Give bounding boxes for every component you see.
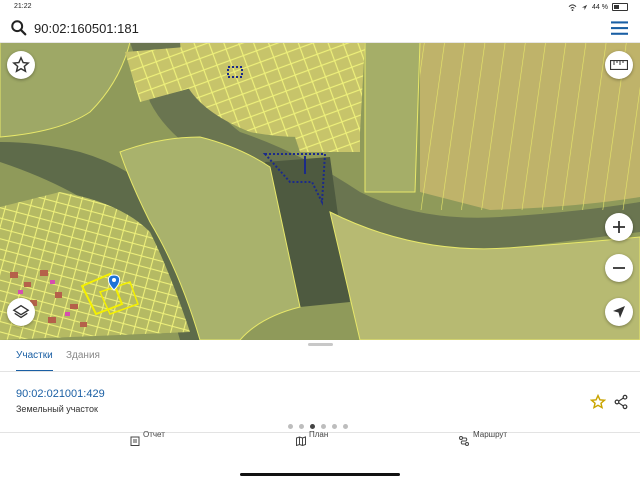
share-icon[interactable] — [613, 394, 629, 410]
location-status-icon — [581, 4, 588, 10]
ruler-button[interactable] — [605, 51, 633, 79]
status-time: 21:22 — [14, 3, 32, 10]
ruler-icon[interactable] — [610, 60, 628, 70]
tab-buildings[interactable]: Здания — [66, 350, 100, 370]
pager-dot[interactable] — [332, 424, 337, 429]
nav-route-label: Маршрут — [473, 430, 508, 439]
pager-dot[interactable] — [288, 424, 293, 429]
layers-icon[interactable] — [12, 303, 30, 321]
parcel-type-label: Земельный участок — [16, 404, 98, 414]
wifi-icon — [568, 3, 577, 11]
layers-button[interactable] — [7, 298, 35, 326]
parcel-number-link[interactable]: 90:02:021001:429 — [16, 388, 105, 400]
report-icon — [130, 436, 140, 446]
map-canvas[interactable] — [0, 42, 640, 340]
satellite-map[interactable] — [0, 42, 640, 340]
zoom-in-icon[interactable] — [611, 219, 627, 235]
pager-dot[interactable] — [321, 424, 326, 429]
zoom-out-button[interactable] — [605, 254, 633, 282]
nav-route[interactable]: Маршрут — [459, 430, 529, 448]
zoom-out-icon[interactable] — [611, 260, 627, 276]
nav-plan[interactable]: План — [296, 430, 356, 448]
tab-parcels[interactable]: Участки — [16, 350, 53, 372]
tab-divider — [0, 371, 640, 372]
star-icon[interactable] — [12, 56, 30, 74]
pager-dot[interactable] — [343, 424, 348, 429]
home-indicator — [240, 473, 400, 476]
nav-report[interactable]: Отчет — [128, 430, 188, 448]
favorite-star-icon[interactable] — [590, 394, 606, 410]
nav-plan-label: План — [309, 430, 329, 439]
location-arrow-icon[interactable] — [612, 305, 626, 319]
battery-icon — [612, 3, 628, 11]
drag-handle[interactable] — [308, 343, 333, 346]
zoom-in-button[interactable] — [605, 213, 633, 241]
menu-icon[interactable] — [611, 21, 628, 35]
nav-report-label: Отчет — [143, 430, 165, 439]
my-location-button[interactable] — [605, 298, 633, 326]
pager-dot-active[interactable] — [310, 424, 315, 429]
route-icon — [459, 436, 469, 446]
pager-dots — [288, 424, 348, 429]
search-bar[interactable]: 90:02:160501:181 — [0, 14, 640, 43]
search-input[interactable]: 90:02:160501:181 — [34, 21, 139, 36]
favorite-button[interactable] — [7, 51, 35, 79]
map-plan-icon — [296, 436, 306, 446]
search-icon[interactable] — [10, 19, 28, 37]
battery-percent: 44 % — [592, 3, 608, 11]
status-bar: 21:22 44 % — [0, 0, 640, 14]
pager-dot[interactable] — [299, 424, 304, 429]
parcel-info-panel: Участки Здания 90:02:021001:429 Земельны… — [0, 340, 640, 480]
